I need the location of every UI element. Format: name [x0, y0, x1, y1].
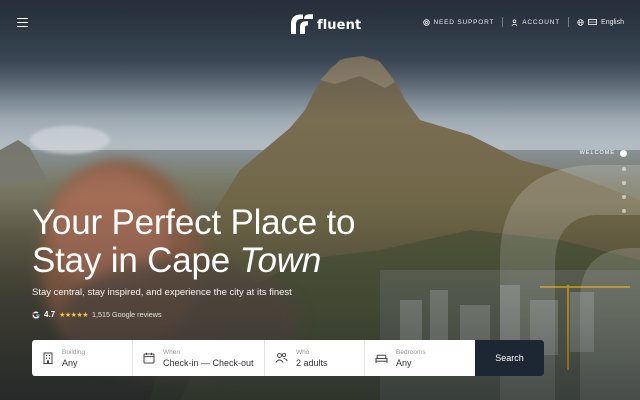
hero-section: fluent NEED SUPPORT ACCOUNT English WELC… — [0, 0, 640, 400]
flag-icon — [588, 19, 597, 25]
pager-dot-active[interactable] — [620, 149, 627, 157]
slide-pager: WELCOME — [547, 149, 627, 213]
building-value: Any — [62, 357, 78, 368]
people-icon — [275, 352, 288, 363]
language-selector[interactable]: English — [577, 19, 624, 26]
bedrooms-value: Any — [396, 357, 412, 368]
search-button[interactable]: Search — [475, 340, 544, 376]
brand-logo[interactable]: fluent — [290, 12, 361, 34]
booking-search-bar: Building Any When Check-in — Check-out W… — [32, 340, 544, 376]
pager-dot[interactable] — [621, 195, 626, 199]
dates-value: Check-in — Check-out — [163, 357, 254, 368]
bedrooms-field[interactable]: Bedrooms Any — [365, 340, 475, 376]
support-icon — [422, 18, 430, 26]
hero-tagline: Stay central, stay inspired, and experie… — [32, 287, 292, 298]
language-label: English — [601, 18, 624, 26]
hero-title-line2: Stay in Cape — [32, 241, 240, 280]
globe-icon — [577, 18, 584, 26]
hero-title: Your Perfect Place to Stay in Cape Town — [32, 203, 356, 280]
hero-title-city: Town — [239, 241, 322, 280]
brand-name: fluent — [317, 17, 362, 33]
guests-field[interactable]: Who 2 adults — [265, 340, 365, 376]
pager-dot[interactable] — [621, 181, 626, 185]
building-icon — [43, 352, 53, 364]
account-link[interactable]: ACCOUNT — [511, 19, 560, 26]
hero-title-line1: Your Perfect Place to — [32, 203, 356, 242]
user-icon — [511, 18, 518, 26]
fluent-logo-icon — [291, 14, 313, 34]
pager-dot[interactable] — [621, 209, 626, 213]
calendar-icon — [143, 352, 155, 364]
nav-divider — [568, 17, 570, 27]
guests-label: Who — [296, 348, 310, 356]
rating-reviews: 1,515 Google reviews — [92, 310, 162, 319]
need-support-link[interactable]: NEED SUPPORT — [422, 18, 495, 26]
guests-value: 2 adults — [296, 357, 328, 368]
pager-dot[interactable] — [621, 167, 626, 171]
top-navigation: NEED SUPPORT ACCOUNT English — [422, 17, 624, 27]
bed-icon — [375, 354, 388, 363]
need-support-label: NEED SUPPORT — [433, 18, 495, 26]
dates-field[interactable]: When Check-in — Check-out — [133, 340, 265, 376]
rating-stars: ★★★★★ — [59, 311, 89, 319]
pager-active-item[interactable]: WELCOME — [547, 149, 627, 157]
hamburger-icon[interactable] — [17, 18, 28, 28]
nav-divider — [502, 17, 504, 27]
google-rating[interactable]: 4.7 ★★★★★ 1,515 Google reviews — [32, 310, 162, 319]
pager-active-label: WELCOME — [579, 150, 615, 156]
building-field[interactable]: Building Any — [32, 340, 133, 376]
account-label: ACCOUNT — [522, 18, 561, 26]
google-icon — [32, 310, 40, 319]
building-label: Building — [62, 348, 86, 356]
dates-label: When — [163, 348, 180, 356]
rating-score: 4.7 — [44, 310, 56, 319]
bedrooms-label: Bedrooms — [396, 348, 426, 356]
